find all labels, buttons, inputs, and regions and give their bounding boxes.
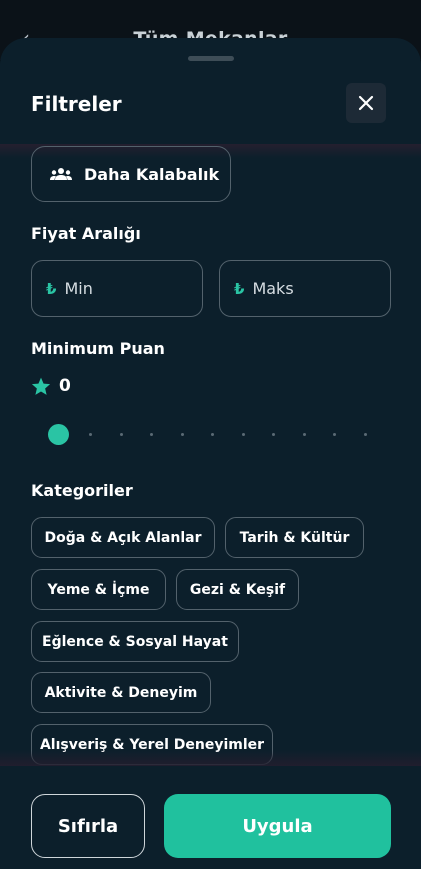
rating-slider[interactable] [48, 424, 370, 446]
close-icon [358, 95, 374, 111]
slider-step-dot [89, 433, 92, 436]
slider-step-dot [363, 433, 367, 436]
category-chip[interactable]: Tarih & Kültür [225, 517, 364, 558]
category-chip[interactable]: Aktivite & Deneyim [31, 672, 211, 713]
category-chip[interactable]: Gezi & Keşif [176, 569, 299, 610]
crowd-filter-button[interactable]: Daha Kalabalık [31, 146, 231, 202]
apply-button[interactable]: Uygula [164, 794, 391, 858]
price-min-input[interactable]: ₺ Min [31, 260, 203, 317]
crowd-filter-label: Daha Kalabalık [84, 164, 220, 184]
close-button[interactable] [346, 83, 386, 123]
sheet-footer: Sıfırla Uygula [0, 766, 421, 869]
category-chip[interactable]: Eğlence & Sosyal Hayat [31, 621, 239, 662]
slider-step-dot [150, 433, 153, 436]
slider-step-dot [180, 433, 184, 436]
star-icon [31, 377, 51, 395]
price-max-input[interactable]: ₺ Maks [219, 260, 391, 317]
category-chip[interactable]: Yeme & İçme [31, 569, 166, 610]
reset-button[interactable]: Sıfırla [31, 794, 145, 858]
slider-step-dot [241, 433, 245, 436]
slider-step-dot [272, 433, 275, 436]
slider-handle[interactable] [48, 424, 69, 445]
categories-title: Kategoriler [31, 481, 133, 500]
price-range-title: Fiyat Aralığı [31, 224, 141, 243]
lira-icon: ₺ [46, 279, 57, 298]
price-max-placeholder: Maks [252, 279, 294, 298]
sheet-title: Filtreler [31, 92, 122, 116]
group-icon [50, 168, 72, 180]
slider-step-dot [302, 433, 306, 436]
price-min-placeholder: Min [64, 279, 93, 298]
rating-value-display: 0 [31, 376, 71, 396]
slider-step-dot [211, 433, 214, 436]
category-chip[interactable]: Doğa & Açık Alanlar [31, 517, 215, 558]
slider-step-dot [119, 433, 123, 436]
lira-icon: ₺ [234, 279, 245, 298]
rating-value: 0 [59, 376, 71, 396]
minimum-rating-title: Minimum Puan [31, 339, 165, 358]
slider-step-dot [333, 433, 336, 436]
sheet-header: Filtreler [0, 0, 421, 123]
